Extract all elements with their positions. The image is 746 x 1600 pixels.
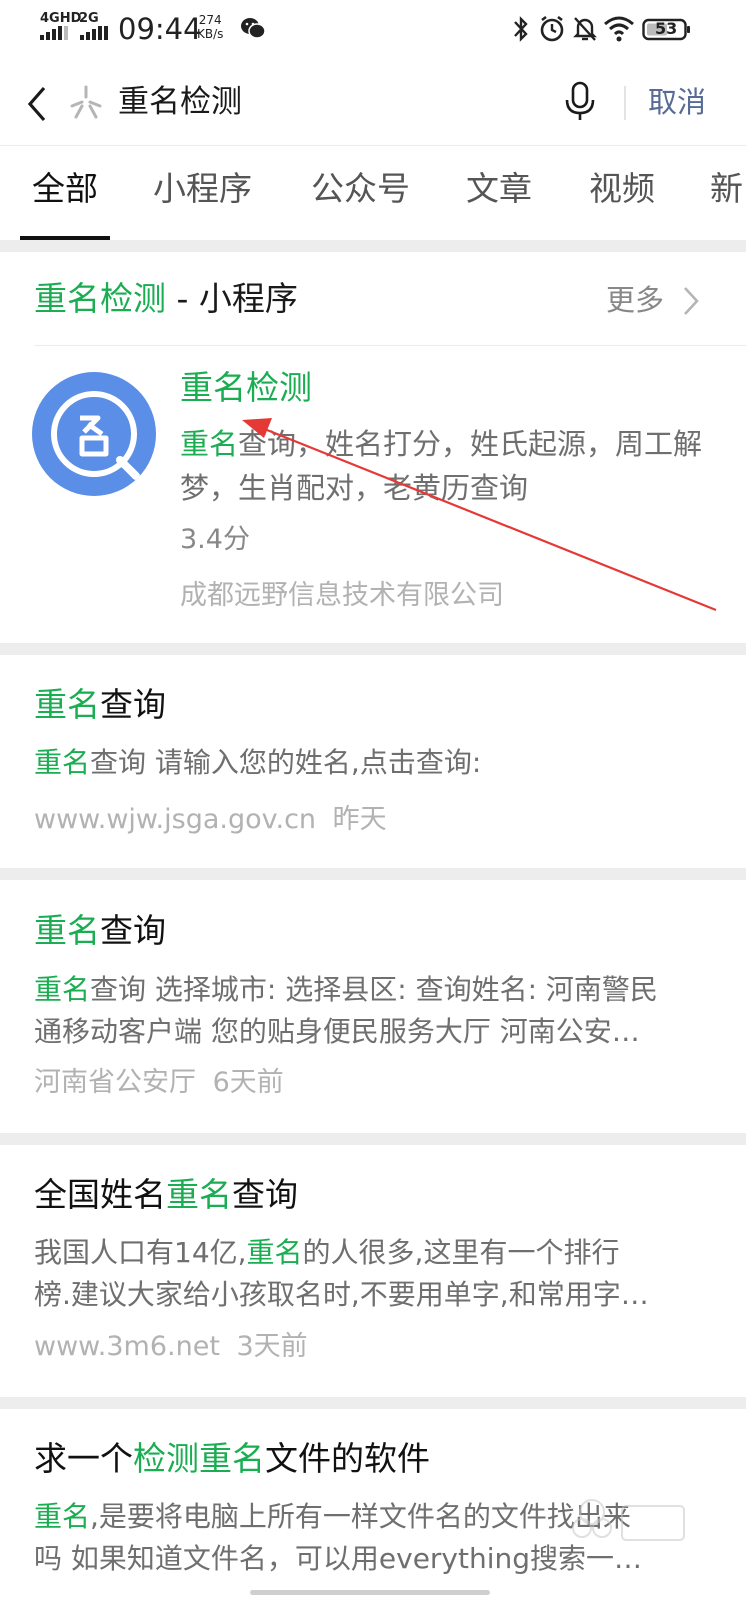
section-gap: [0, 1397, 746, 1409]
result-title[interactable]: 重名查询: [34, 908, 166, 954]
snippet-text-line2: 榜.建议大家给小孩取名时,不要用单字,和常用字…: [34, 1278, 649, 1311]
snippet-text: 的人很多,这里有一个排行: [302, 1236, 620, 1269]
title-text: 求一个: [34, 1439, 133, 1478]
result-meta: www.wjw.jsga.gov.cn 昨天: [34, 800, 387, 840]
title-highlight: 重名: [166, 1175, 232, 1214]
snippet-highlight: 重名: [34, 746, 91, 779]
home-indicator[interactable]: [250, 1590, 490, 1595]
section-gap: [0, 868, 746, 880]
title-text: 全国姓名: [34, 1175, 166, 1214]
snippet-text-line2: 通移动客户端 您的贴身便民服务大厅 河南公安…: [34, 1015, 640, 1048]
snippet-highlight: 重名: [246, 1236, 303, 1269]
result-meta: 河南省公安厅 6天前: [34, 1063, 284, 1103]
section-gap: [0, 1133, 746, 1145]
result-title[interactable]: 求一个检测重名文件的软件: [34, 1436, 430, 1482]
result-time: 昨天: [332, 804, 387, 835]
result-time: 3天前: [236, 1331, 308, 1362]
title-highlight: 检测: [133, 1439, 199, 1478]
snippet-highlight: 重名: [34, 1500, 91, 1533]
watermark-logo-icon: [572, 1499, 685, 1541]
result-source: 河南省公安厅: [34, 1067, 196, 1098]
result-source: www.3m6.net: [34, 1331, 220, 1362]
section-gap: [0, 643, 746, 655]
snippet-highlight: 重名: [34, 973, 91, 1006]
title-text: 查询: [100, 911, 166, 950]
red-annotation-arrow: [242, 418, 717, 612]
title-text: 文件的软件: [265, 1439, 430, 1478]
title-highlight: 重名: [199, 1439, 265, 1478]
snippet-text: ,是要将电脑上所有一样文件名的文件找出来: [90, 1500, 631, 1533]
result-meta: www.3m6.net 3天前: [34, 1327, 308, 1367]
snippet-text: 查询 请输入您的姓名,点击查询:: [90, 746, 482, 779]
snippet-text: 查询 选择城市: 选择县区: 查询姓名: 河南警民: [90, 973, 658, 1006]
title-text: 查询: [100, 685, 166, 724]
result-snippet: 重名查询 请输入您的姓名,点击查询:: [34, 742, 706, 784]
result-source: www.wjw.jsga.gov.cn: [34, 804, 317, 835]
title-highlight: 重名: [34, 911, 100, 950]
snippet-text: 我国人口有14亿,: [34, 1236, 247, 1269]
title-text: 查询: [232, 1175, 298, 1214]
result-time: 6天前: [212, 1067, 284, 1098]
title-highlight: 重名: [34, 685, 100, 724]
result-title[interactable]: 重名查询: [34, 682, 166, 728]
result-snippet: 重名查询 选择城市: 选择县区: 查询姓名: 河南警民 通移动客户端 您的贴身便…: [34, 969, 706, 1053]
result-snippet: 我国人口有14亿,重名的人很多,这里有一个排行 榜.建议大家给小孩取名时,不要用…: [34, 1232, 706, 1316]
result-title[interactable]: 全国姓名重名查询: [34, 1172, 298, 1218]
